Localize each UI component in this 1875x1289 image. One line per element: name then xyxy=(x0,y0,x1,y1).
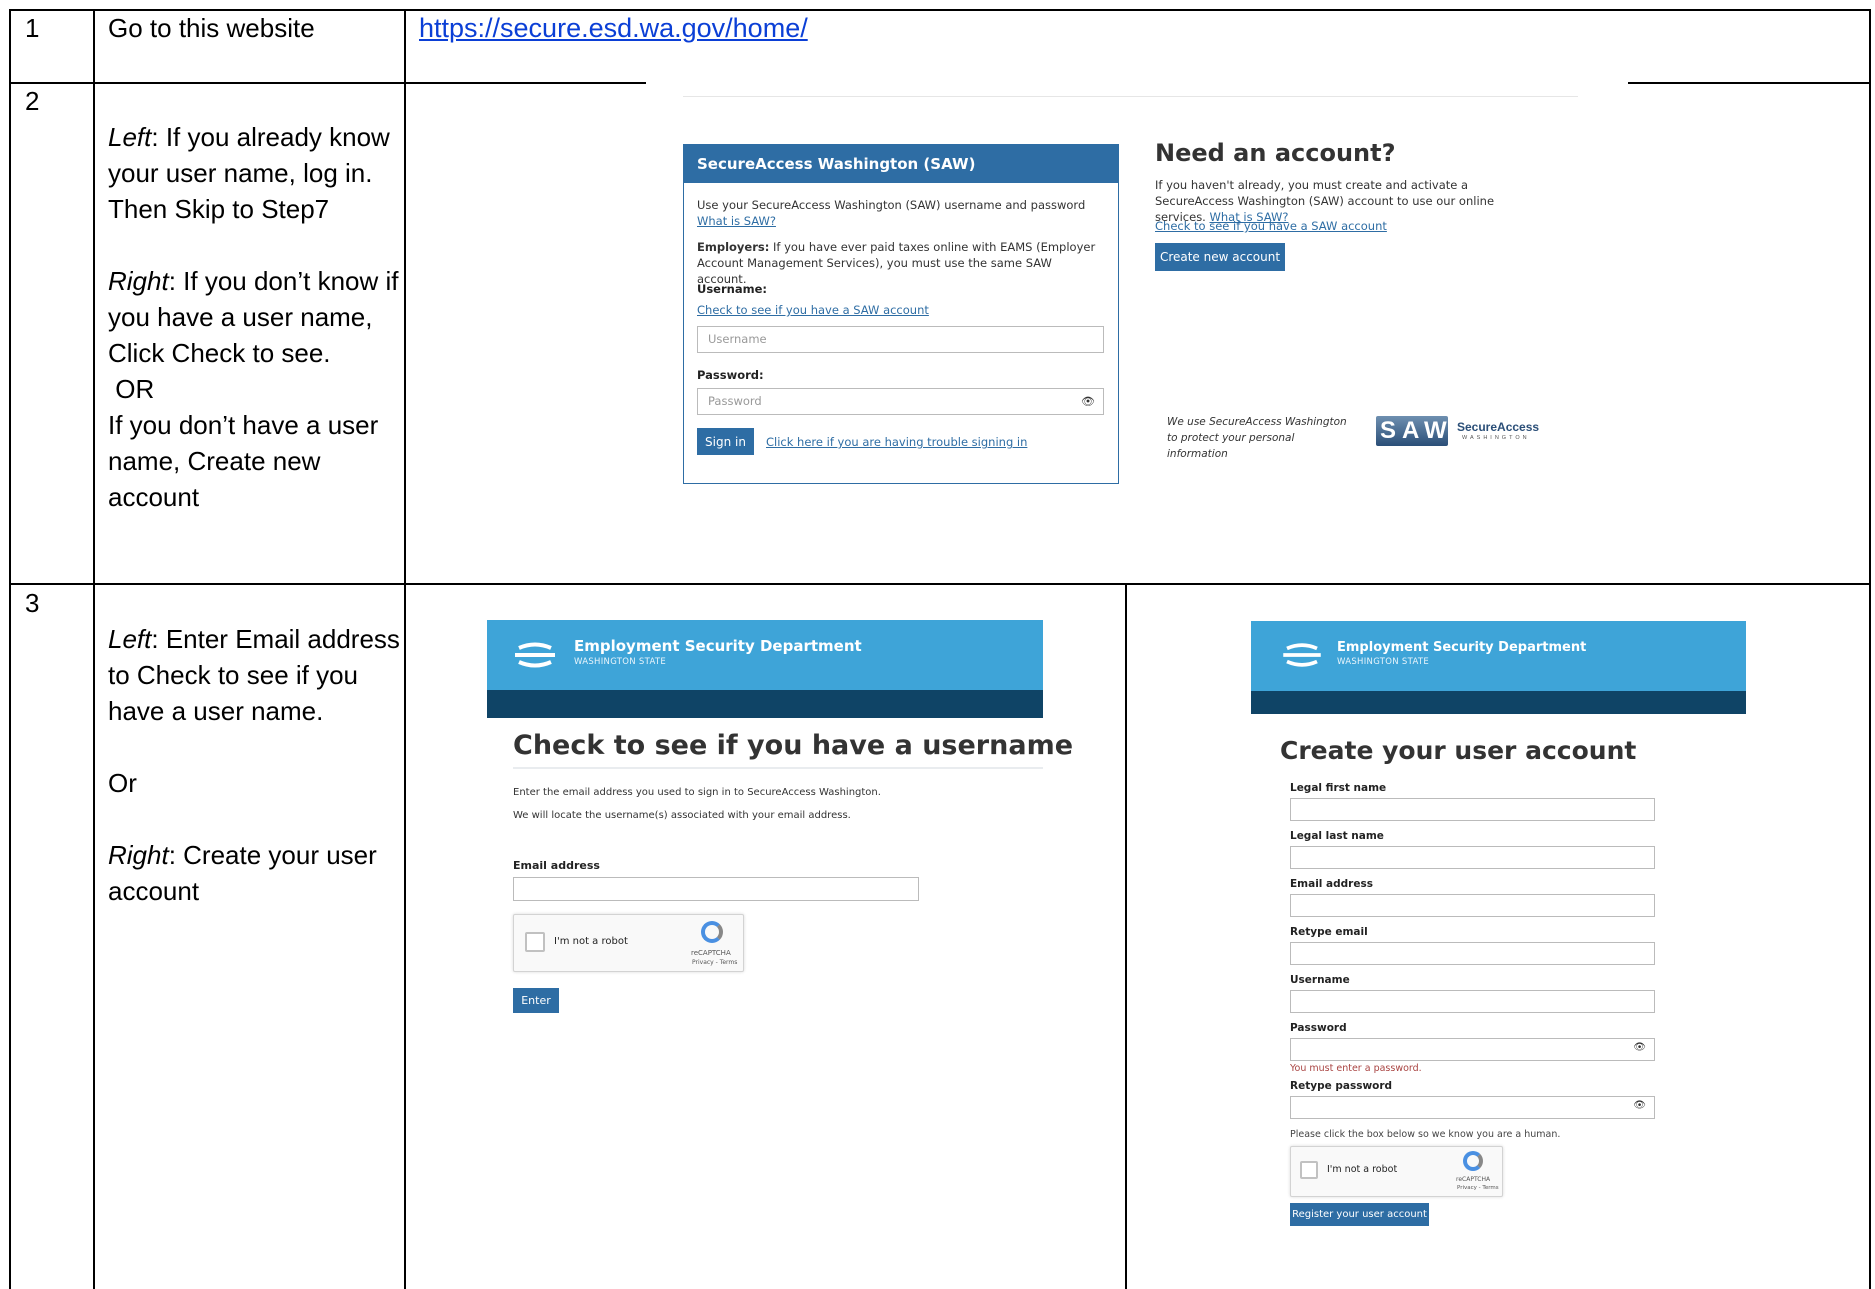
field-label-username: Username xyxy=(1290,974,1350,986)
create-account-heading: Create your user account xyxy=(1280,736,1637,765)
saw-panel-title: SecureAccess Washington (SAW) xyxy=(684,145,1118,183)
what-is-saw-link[interactable]: What is SAW? xyxy=(697,213,776,229)
saw-logo-brand: SecureAccess xyxy=(1457,420,1540,434)
retype-password-field[interactable]: 👁 xyxy=(1290,1096,1655,1119)
row-3-or: Or xyxy=(108,768,137,798)
create-new-account-button[interactable]: Create new account xyxy=(1155,243,1285,271)
username-label: Username: xyxy=(697,282,767,296)
saw-logo-sub: WASHINGTON xyxy=(1462,435,1530,441)
username-input[interactable]: Username xyxy=(697,326,1104,353)
heading-underline xyxy=(513,767,1043,769)
website-link[interactable]: https://secure.esd.wa.gov/home/ xyxy=(419,10,808,46)
email-input[interactable] xyxy=(513,877,919,901)
row-2-left-paragraph: Left: If you already know your user name… xyxy=(108,122,390,224)
protect-info-text: We use SecureAccess Washington to protec… xyxy=(1167,416,1347,460)
recaptcha-label: I'm not a robot xyxy=(554,936,628,947)
password-input[interactable]: Password 👁 xyxy=(697,388,1104,415)
eye-icon[interactable]: 👁 xyxy=(1633,1042,1646,1053)
password-field[interactable]: 👁 xyxy=(1290,1038,1655,1061)
esd-dept-sub-right: WASHINGTON STATE xyxy=(1337,657,1430,667)
check-saw-account-link[interactable]: Check to see if you have a SAW account xyxy=(697,302,929,318)
recaptcha-label: I'm not a robot xyxy=(1327,1164,1398,1175)
recaptcha-brand: reCAPTCHA xyxy=(1456,1176,1491,1183)
recaptcha-widget-left[interactable]: I'm not a robot reCAPTCHA Privacy - Term… xyxy=(513,914,744,972)
saw-logo: SAW SecureAccess WASHINGTON xyxy=(1376,416,1546,450)
esd-dept-title: Employment Security Department xyxy=(574,637,862,655)
check-line-2: We will locate the username(s) associate… xyxy=(513,810,851,821)
field-label-retype-email: Retype email xyxy=(1290,926,1368,938)
right-label: Right xyxy=(108,266,169,296)
employers-text: Employers: If you have ever paid taxes o… xyxy=(697,240,1096,286)
esd-header-right: Employment Security Department WASHINGTO… xyxy=(1251,621,1746,691)
recaptcha-checkbox[interactable] xyxy=(1300,1161,1318,1179)
row-number-2: 2 xyxy=(25,86,40,116)
row-2-right-paragraph: Right: If you don’t know if you have a u… xyxy=(108,266,399,368)
saw-logo-letters: SAW xyxy=(1380,417,1453,444)
table-border-left xyxy=(9,9,11,1289)
left-label: Left xyxy=(108,122,152,152)
password-error: You must enter a password. xyxy=(1290,1063,1422,1074)
recaptcha-widget-right[interactable]: I'm not a robot reCAPTCHA Privacy - Term… xyxy=(1290,1146,1503,1197)
esd-nav-bar-left xyxy=(487,690,1043,718)
screenshot-divider xyxy=(683,96,1578,97)
check-line-1: Enter the email address you used to sign… xyxy=(513,787,881,798)
screenshot-top-edge xyxy=(646,82,1628,84)
enter-button[interactable]: Enter xyxy=(513,988,559,1013)
row-1-instruction: Go to this website xyxy=(108,13,315,43)
esd-logo-icon-right xyxy=(1283,643,1321,667)
table-col-divider-3 xyxy=(1125,583,1127,1289)
recaptcha-brand: reCAPTCHA xyxy=(691,949,731,957)
left-label-3: Left xyxy=(108,624,152,654)
email-label: Email address xyxy=(513,859,600,872)
table-col-divider-2 xyxy=(404,9,406,1289)
saw-intro-text: Use your SecureAccess Washington (SAW) u… xyxy=(697,198,1086,212)
table-col-divider-1 xyxy=(93,9,95,1289)
saw-login-panel: SecureAccess Washington (SAW) Use your S… xyxy=(683,144,1119,484)
esd-nav-bar-right xyxy=(1251,691,1746,714)
eye-icon[interactable]: 👁 xyxy=(1633,1100,1646,1111)
username-field[interactable] xyxy=(1290,990,1655,1013)
need-account-check-link[interactable]: Check to see if you have a SAW account xyxy=(1155,218,1387,234)
esd-dept-sub: WASHINGTON STATE xyxy=(574,657,667,667)
recaptcha-privacy: Privacy - Terms xyxy=(692,959,738,966)
esd-dept-title-right: Employment Security Department xyxy=(1337,640,1587,655)
field-label-retype-password: Retype password xyxy=(1290,1080,1393,1092)
or-text: OR xyxy=(108,374,155,404)
recaptcha-icon xyxy=(1463,1151,1483,1171)
row-3-left-paragraph: Left: Enter Email address to Check to se… xyxy=(108,624,400,726)
field-label-email: Email address xyxy=(1290,878,1373,890)
no-user-paragraph: If you don’t have a user name, Create ne… xyxy=(108,410,379,512)
create-account-form: Legal first name Legal last name Email a… xyxy=(1290,782,1655,1226)
last-name-input[interactable] xyxy=(1290,846,1655,869)
sign-in-button[interactable]: Sign in xyxy=(697,428,754,455)
retype-email-input[interactable] xyxy=(1290,942,1655,965)
row-3-instructions: Left: Enter Email address to Check to se… xyxy=(108,621,400,909)
row-2-instructions: Left: If you already know your user name… xyxy=(108,119,400,515)
eye-icon[interactable]: 👁 xyxy=(1081,389,1095,414)
table-border-right xyxy=(1869,9,1871,1289)
field-label-first-name: Legal first name xyxy=(1290,782,1387,794)
human-text: Please click the box below so we know yo… xyxy=(1290,1129,1561,1140)
recaptcha-checkbox[interactable] xyxy=(525,932,545,952)
field-label-last-name: Legal last name xyxy=(1290,830,1384,842)
need-account-title: Need an account? xyxy=(1155,139,1396,167)
recaptcha-icon xyxy=(701,921,723,943)
right-label-3: Right xyxy=(108,840,169,870)
field-label-password: Password xyxy=(1290,1022,1347,1034)
table-row-divider-2 xyxy=(9,583,1871,585)
trouble-signing-in-link[interactable]: Click here if you are having trouble sig… xyxy=(766,434,1027,450)
row-3-right-paragraph: Right: Create your user account xyxy=(108,840,377,906)
check-username-heading: Check to see if you have a username xyxy=(513,730,1074,761)
password-label: Password: xyxy=(697,368,764,382)
first-name-input[interactable] xyxy=(1290,798,1655,821)
register-button[interactable]: Register your user account xyxy=(1290,1203,1429,1226)
row-number-1: 1 xyxy=(25,13,40,43)
row-number-3: 3 xyxy=(25,588,40,618)
esd-header-left: Employment Security Department WASHINGTO… xyxy=(487,620,1043,690)
recaptcha-privacy: Privacy - Terms xyxy=(1457,1185,1499,1191)
esd-logo-icon xyxy=(515,642,555,668)
email-address-input[interactable] xyxy=(1290,894,1655,917)
